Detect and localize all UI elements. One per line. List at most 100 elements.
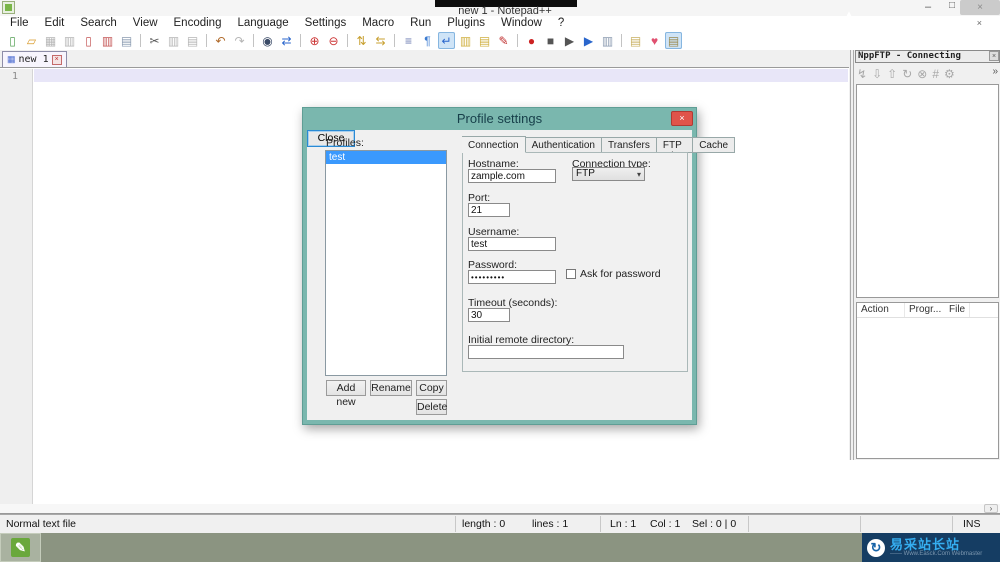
profiles-label: Profiles:	[326, 137, 364, 149]
download-icon[interactable]: ⇩	[872, 67, 882, 81]
statusbar-doc-type: Normal text file	[6, 518, 77, 530]
profile-list-item[interactable]: test	[326, 151, 446, 164]
close-window-button[interactable]: ×	[960, 0, 1000, 15]
toolbar-separator	[203, 32, 210, 49]
column-header[interactable]: Progr...	[905, 303, 945, 317]
paste-icon[interactable]: ▤	[184, 32, 201, 49]
horizontal-scrollbar[interactable]: ›	[0, 504, 1000, 514]
redo-icon[interactable]: ↷	[231, 32, 248, 49]
menu-item[interactable]: ?	[550, 16, 572, 31]
port-field[interactable]	[468, 203, 510, 217]
print-icon[interactable]: ▤	[118, 32, 135, 49]
delete-button[interactable]: Delete	[416, 399, 447, 415]
watermark-badge: ↻ 易采站长站 —— Www.Easck.Com Webmaster	[862, 533, 1000, 562]
record-macro-icon[interactable]: ●	[523, 32, 540, 49]
undo-icon[interactable]: ↶	[212, 32, 229, 49]
rename-button[interactable]: Rename	[370, 380, 412, 396]
close-file-icon[interactable]: ▯	[80, 32, 97, 49]
copy-icon[interactable]: ▥	[165, 32, 182, 49]
indent-guide-icon[interactable]: ▥	[457, 32, 474, 49]
line-number: 1	[11, 71, 19, 82]
dialog-tab[interactable]: Connection	[462, 136, 526, 153]
menu-item[interactable]: Encoding	[166, 16, 230, 31]
nppftp-panel-title: NppFTP - Connecting	[855, 50, 1000, 63]
nppftp-close-icon[interactable]: ×	[989, 51, 999, 61]
scroll-right-arrow-icon[interactable]: ›	[984, 504, 998, 513]
raw-command-icon[interactable]: #	[932, 67, 939, 81]
menu-item[interactable]: View	[125, 16, 166, 31]
menu-item[interactable]: Search	[72, 16, 124, 31]
dialog-tab[interactable]: Authentication	[525, 137, 602, 153]
unsaved-disk-icon: ▦	[7, 54, 16, 64]
dialog-tab[interactable]: Transfers	[601, 137, 657, 153]
run-macro-multiple-icon[interactable]: ▥	[599, 32, 616, 49]
toolbar-separator	[250, 32, 257, 49]
column-header[interactable]: File	[945, 303, 971, 317]
settings-gear-icon[interactable]: ⚙	[944, 67, 955, 81]
taskbar-notepad-plus-plus-button[interactable]: ✎	[0, 533, 41, 562]
menu-item[interactable]: Window	[493, 16, 550, 31]
menu-item[interactable]: Edit	[37, 16, 73, 31]
save-macro-icon[interactable]: ▶	[580, 32, 597, 49]
find-icon[interactable]: ◉	[259, 32, 276, 49]
nppftp-file-tree[interactable]	[856, 84, 999, 298]
menu-item[interactable]: Plugins	[439, 16, 493, 31]
statusbar: Normal text file length : 0 lines : 1 Ln…	[0, 514, 1000, 533]
tray-expand-icon[interactable]: ▲	[845, 9, 853, 18]
initial-remote-directory-field[interactable]	[468, 345, 624, 359]
tab-new-1[interactable]: ▦ new 1 ×	[2, 51, 67, 67]
zoom-in-icon[interactable]: ⊕	[306, 32, 323, 49]
password-field[interactable]	[468, 270, 556, 284]
save-icon[interactable]: ▦	[42, 32, 59, 49]
word-wrap-icon[interactable]: ↵	[438, 32, 455, 49]
dialog-tab[interactable]: Cache	[693, 137, 736, 153]
abort-icon[interactable]: ⊗	[917, 67, 927, 81]
monitoring-icon[interactable]: ✎	[495, 32, 512, 49]
add-new-button[interactable]: Add new	[326, 380, 366, 408]
sync-vertical-icon[interactable]: ⇅	[353, 32, 370, 49]
toolbar-overflow-chevron-icon[interactable]: »	[992, 66, 998, 77]
upload-icon[interactable]: ⇧	[887, 67, 897, 81]
zoom-out-icon[interactable]: ⊖	[325, 32, 342, 49]
show-symbols-icon[interactable]: ≡	[400, 32, 417, 49]
profiles-listbox[interactable]: test	[325, 150, 447, 376]
document-panel-icon[interactable]: ▤	[665, 32, 682, 49]
new-file-icon[interactable]: ▯	[4, 32, 21, 49]
column-header[interactable]: Action	[857, 303, 905, 317]
menu-item[interactable]: Macro	[354, 16, 402, 31]
statusbar-separator	[952, 516, 953, 532]
replace-icon[interactable]: ⇄	[278, 32, 295, 49]
show-eol-icon[interactable]: ¶	[419, 32, 436, 49]
heart-icon[interactable]: ♥	[646, 32, 663, 49]
hostname-field[interactable]	[468, 169, 556, 183]
function-list-icon[interactable]: ▤	[476, 32, 493, 49]
close-all-icon[interactable]: ▥	[99, 32, 116, 49]
play-macro-icon[interactable]: ▶	[561, 32, 578, 49]
menubar-close-icon[interactable]: ×	[977, 18, 982, 28]
timeout-field[interactable]	[468, 308, 510, 322]
sync-horizontal-icon[interactable]: ⇆	[372, 32, 389, 49]
copy-button[interactable]: Copy	[416, 380, 447, 396]
connection-type-dropdown[interactable]: FTP ▾	[572, 167, 645, 181]
ask-for-password-checkbox[interactable]	[566, 269, 576, 279]
dialog-tabstrip: ConnectionAuthenticationTransfersFTP Mis…	[462, 136, 736, 162]
menu-item[interactable]: File	[2, 16, 37, 31]
menu-item[interactable]: Language	[229, 16, 296, 31]
menu-item[interactable]: Settings	[297, 16, 355, 31]
search-results-icon[interactable]: ▤	[627, 32, 644, 49]
tab-close-icon[interactable]: ×	[51, 54, 62, 65]
open-folder-icon[interactable]: ▱	[23, 32, 40, 49]
connect-icon[interactable]: ↯	[857, 67, 867, 81]
dialog-tab[interactable]: FTP Misc.	[656, 137, 694, 162]
save-all-icon[interactable]: ▥	[61, 32, 78, 49]
restore-button[interactable]: □	[944, 0, 960, 14]
minimize-button[interactable]: –	[920, 1, 936, 15]
toolbar-separator	[618, 32, 625, 49]
cut-icon[interactable]: ✂	[146, 32, 163, 49]
dialog-close-button[interactable]: ×	[671, 111, 693, 126]
menu-item[interactable]: Run	[402, 16, 439, 31]
statusbar-separator	[860, 516, 861, 532]
refresh-icon[interactable]: ↻	[902, 67, 912, 81]
username-field[interactable]	[468, 237, 556, 251]
stop-macro-icon[interactable]: ■	[542, 32, 559, 49]
